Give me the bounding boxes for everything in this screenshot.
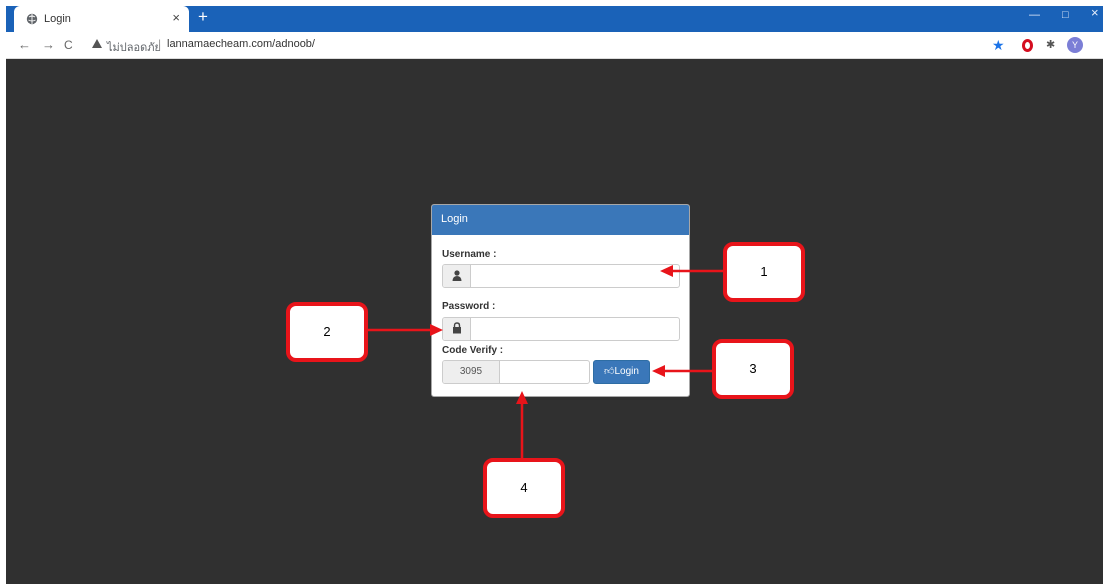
thumbs-up-icon: 👍︎ <box>604 366 615 377</box>
login-panel: Login Username : Password : Code Verify … <box>431 204 690 397</box>
restore-button[interactable]: □ <box>1062 9 1069 21</box>
password-input-group <box>442 317 680 341</box>
forward-button[interactable]: → <box>42 38 55 52</box>
annotation-callout-4: 4 <box>483 458 565 518</box>
username-input[interactable] <box>471 265 679 287</box>
code-verify-label: Code Verify : <box>442 345 504 356</box>
bookmark-star-icon[interactable]: ★ <box>992 37 1005 53</box>
tab-title: Login <box>44 13 71 25</box>
back-button[interactable]: ← <box>18 38 31 52</box>
window-close-button[interactable]: × <box>1091 6 1099 19</box>
warning-icon <box>92 39 102 48</box>
code-verify-group: 3095 <box>442 360 590 384</box>
annotation-callout-1: 1 <box>723 242 805 302</box>
extensions-puzzle-icon[interactable]: ✱ <box>1046 37 1055 53</box>
url-text[interactable]: lannamaecheam.com/adnoob/ <box>167 38 315 50</box>
login-heading: Login <box>432 205 689 235</box>
password-addon <box>443 318 471 340</box>
login-button-label: Login <box>614 366 639 377</box>
login-button[interactable]: 👍︎Login <box>593 360 650 384</box>
security-label: ไม่ปลอดภัย <box>107 42 161 54</box>
annotation-callout-2: 2 <box>286 302 368 362</box>
code-verify-input[interactable] <box>500 361 589 383</box>
url-separator: | <box>158 37 162 51</box>
username-input-group <box>442 264 680 288</box>
address-bar[interactable]: ไม่ปลอดภัย | lannamaecheam.com/adnoob/ <box>88 37 968 55</box>
new-tab-button[interactable]: + <box>193 7 213 27</box>
screen: Login × + — □ × ← → C ไม่ปลอดภัย | lanna… <box>0 0 1103 584</box>
profile-avatar[interactable]: Y <box>1067 37 1083 53</box>
lock-icon <box>453 322 461 334</box>
reload-button[interactable]: C <box>64 38 73 52</box>
browser-toolbar: ← → C ไม่ปลอดภัย | lannamaecheam.com/adn… <box>6 32 1103 59</box>
minimize-button[interactable]: — <box>1029 9 1040 21</box>
globe-icon <box>26 13 38 25</box>
annotation-callout-3: 3 <box>712 339 794 399</box>
tab-login[interactable]: Login × <box>14 6 189 32</box>
kebab-menu-icon[interactable]: ⋮ <box>1098 37 1103 53</box>
username-label: Username : <box>442 249 497 260</box>
password-label: Password : <box>442 301 496 312</box>
user-icon <box>452 270 462 281</box>
tab-close-button[interactable]: × <box>172 11 180 25</box>
password-input[interactable] <box>471 318 679 340</box>
username-addon <box>443 265 471 287</box>
opera-extension-icon[interactable] <box>1022 39 1033 52</box>
captcha-code: 3095 <box>443 361 500 383</box>
